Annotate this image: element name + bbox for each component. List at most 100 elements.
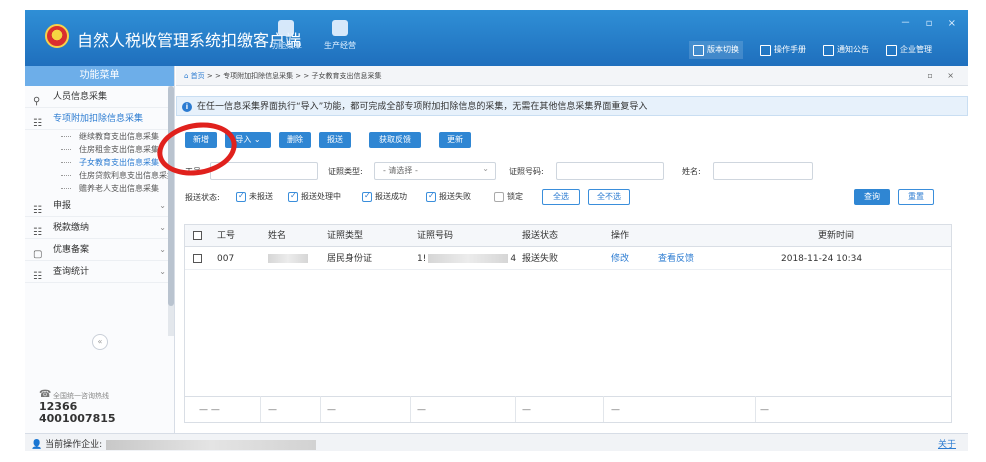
column-header: 操作 — [611, 231, 630, 241]
status-check-locked[interactable]: 锁定 — [494, 191, 523, 202]
add-button[interactable]: 新增 — [185, 132, 217, 148]
redacted-id-no — [428, 254, 509, 263]
select-all-checkbox[interactable] — [193, 231, 202, 240]
reset-button[interactable]: 重置 — [898, 189, 934, 205]
version-switch-button[interactable]: 版本切换 — [689, 41, 743, 59]
sidebar-subitem-housing-rent[interactable]: 住房租金支出信息采集 — [25, 143, 174, 156]
checkbox-checked[interactable] — [362, 191, 372, 202]
home-icon[interactable]: ⌂ — [184, 72, 191, 80]
breadcrumb-separator: > > — [293, 72, 312, 80]
query-button[interactable]: 查询 — [854, 189, 890, 205]
select-all-button[interactable]: 全选 — [542, 189, 580, 205]
checkbox-checked[interactable] — [288, 191, 298, 202]
sidebar-subitem-elderly-support[interactable]: 赡养老人支出信息采集 — [25, 182, 174, 195]
function-menu-label: 功能菜单 — [270, 41, 302, 50]
cell-name-redacted — [268, 248, 308, 270]
collapse-sidebar-button[interactable]: « — [92, 334, 108, 350]
cell-update-time: 2018-11-24 10:34 — [781, 254, 863, 264]
row-checkbox[interactable] — [193, 254, 202, 263]
status-check-failed[interactable]: 报送失败 — [426, 191, 471, 202]
employee-no-input[interactable] — [210, 162, 318, 180]
database-icon — [332, 20, 348, 36]
sidebar-subitem-continuing-education[interactable]: 继续教育支出信息采集 — [25, 130, 174, 143]
import-button[interactable]: 导入 ⌄ — [225, 132, 271, 148]
name-input[interactable] — [713, 162, 813, 180]
column-header: 证照类型 — [327, 231, 364, 241]
tax-emblem-icon — [45, 24, 69, 48]
footer-dash: — — [611, 405, 620, 415]
sidebar-header: 功能菜单 — [25, 66, 174, 86]
sidebar-item-label: 人员信息采集 — [53, 92, 108, 102]
about-link[interactable]: 关于 — [938, 437, 956, 450]
column-header: 证照号码 — [417, 231, 454, 241]
checkbox-checked[interactable] — [236, 191, 246, 202]
column-divider — [320, 396, 321, 422]
hotline-block: 全国统一咨询热线 12366 4001007815 — [39, 389, 116, 425]
sidebar-item-label: 申报 — [53, 201, 72, 211]
submit-button[interactable]: 报送 — [319, 132, 351, 148]
sidebar-item-declare[interactable]: ☷ 申报 ⌄ — [25, 195, 174, 217]
company-manage-label: 企业管理 — [900, 45, 932, 54]
id-no-prefix: 1! — [417, 254, 427, 264]
footer-dash: — — [760, 405, 769, 415]
footer-dash: — — [327, 405, 336, 415]
checkbox-checked[interactable] — [426, 191, 436, 202]
notice-label: 通知公告 — [837, 45, 869, 54]
cell-status: 报送失败 — [522, 254, 559, 264]
sidebar-subitem-housing-loan[interactable]: 住房贷款利息支出信息采集 — [25, 169, 174, 182]
version-switch-label: 版本切换 — [707, 45, 739, 54]
view-feedback-link[interactable]: 查看反馈 — [658, 248, 694, 270]
table-footer: — — — — — — — — — [185, 396, 951, 422]
notice-button[interactable]: 通知公告 — [819, 41, 873, 59]
cell-id-no: 1! 4 — [417, 248, 516, 270]
get-feedback-button[interactable]: 获取反馈 — [369, 132, 421, 148]
sidebar-item-preferential-filing[interactable]: ▢ 优惠备案 ⌄ — [25, 239, 174, 261]
redacted-name — [268, 254, 308, 263]
sidebar: 功能菜单 ⚲ 人员信息采集 ☷ 专项附加扣除信息采集 继续教育支出信息采集 住房… — [25, 66, 175, 433]
chevron-down-icon: ⌄ — [159, 245, 166, 254]
sidebar-item-person-info[interactable]: ⚲ 人员信息采集 — [25, 86, 174, 108]
table-header: 工号 姓名 证照类型 证照号码 报送状态 操作 更新时间 — [185, 225, 951, 247]
name-label: 姓名: — [682, 167, 701, 176]
select-none-button[interactable]: 全不选 — [588, 189, 630, 205]
column-divider — [260, 396, 261, 422]
function-menu-button[interactable]: 功能菜单 — [263, 20, 309, 58]
column-header: 工号 — [217, 231, 236, 241]
table-row[interactable]: 007 居民身份证 1! 4 报送失败 修改 查看反馈 2018-11-24 10… — [185, 248, 951, 270]
breadcrumb-home[interactable]: 首页 — [191, 72, 205, 80]
update-button[interactable]: 更新 — [439, 132, 471, 148]
scrollbar-thumb[interactable] — [168, 86, 174, 306]
sidebar-item-query-stats[interactable]: ☷ 查询统计 ⌄ — [25, 261, 174, 283]
status-check-success[interactable]: 报送成功 — [362, 191, 407, 202]
chevron-down-icon: ⌄ — [159, 223, 166, 232]
chevron-down-icon: ⌄ — [159, 267, 166, 276]
production-button[interactable]: 生产经营 — [317, 20, 363, 58]
manual-button[interactable]: 操作手册 — [756, 41, 810, 59]
grid-icon: ☷ — [33, 271, 42, 282]
breadcrumb: ⌂ 首页 > > 专项附加扣除信息采集 > > 子女教育支出信息采集 ▫ × — [176, 66, 968, 86]
id-no-input[interactable] — [556, 162, 664, 180]
footer-dash: — — [522, 405, 531, 415]
status-bar: 👤 当前操作企业: 关于 — [25, 433, 968, 451]
delete-button[interactable]: 删除 — [279, 132, 311, 148]
sidebar-subitem-child-education[interactable]: 子女教育支出信息采集 — [25, 156, 174, 169]
status-option-label: 锁定 — [507, 192, 523, 201]
info-icon: i — [182, 102, 192, 112]
company-manage-button[interactable]: 企业管理 — [882, 41, 936, 59]
edit-link[interactable]: 修改 — [611, 248, 629, 270]
status-check-unsent[interactable]: 未报送 — [236, 191, 273, 202]
id-type-select[interactable]: - 请选择 - — [374, 161, 496, 180]
breadcrumb-parent[interactable]: 专项附加扣除信息采集 — [223, 72, 293, 80]
redacted-enterprise-name — [106, 439, 317, 450]
column-divider — [603, 396, 604, 422]
sidebar-scrollbar[interactable] — [168, 86, 174, 336]
hotline-number-2: 4001007815 — [39, 412, 116, 425]
sidebar-item-special-deduction[interactable]: ☷ 专项附加扣除信息采集 — [25, 108, 174, 130]
title-bar: 自然人税收管理系统扣缴客户端 功能菜单 生产经营 版本切换 操作手册 通知公告 … — [25, 10, 968, 66]
sidebar-item-label: 优惠备案 — [53, 245, 90, 255]
status-check-processing[interactable]: 报送处理中 — [288, 191, 341, 202]
tab-controls[interactable]: ▫ × — [927, 66, 960, 86]
checkbox-unchecked[interactable] — [494, 191, 504, 202]
sidebar-item-tax-payment[interactable]: ☷ 税款缴纳 ⌄ — [25, 217, 174, 239]
window-controls[interactable]: － ▫ × — [900, 14, 962, 29]
